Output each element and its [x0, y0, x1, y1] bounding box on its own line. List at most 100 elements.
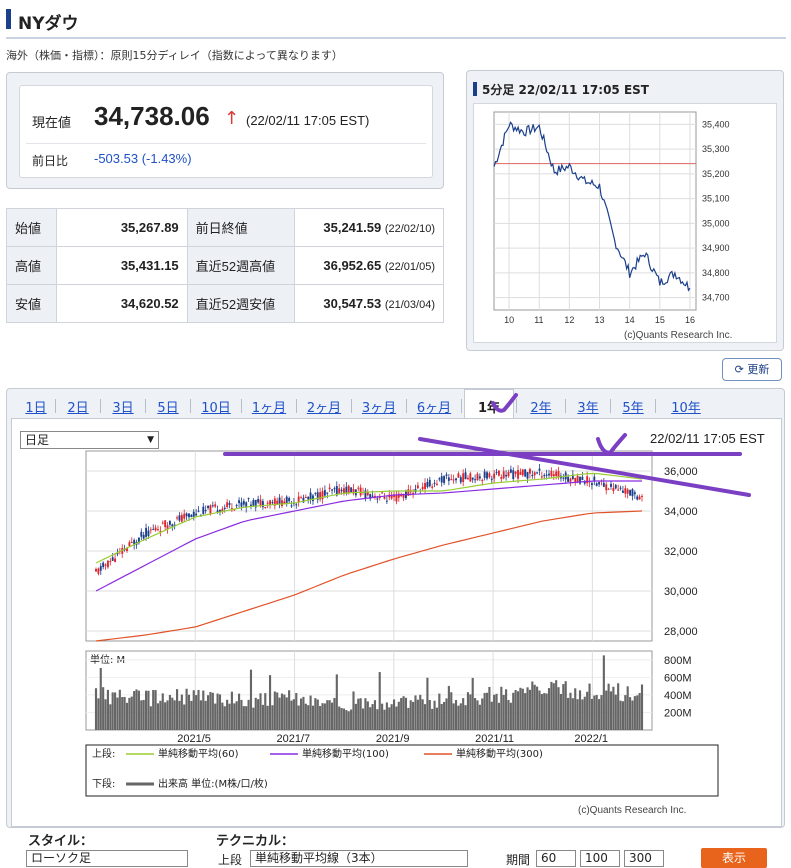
candle-body [154, 527, 157, 531]
volume-bar [633, 696, 636, 730]
volume-bar [569, 692, 572, 730]
tab-2年[interactable]: 2年 [519, 397, 563, 417]
period-input-1[interactable]: 60 [536, 850, 576, 867]
volume-bar [311, 705, 315, 730]
volume-bar [247, 699, 250, 730]
volume-bar [297, 705, 300, 730]
low-label: 安値 [5, 284, 58, 323]
volume-bar [621, 701, 624, 730]
volume-bar [283, 694, 286, 730]
candle-body [130, 541, 133, 543]
x-tick-label: 13 [595, 315, 605, 325]
tab-6ヶ月[interactable]: 6ヶ月 [409, 397, 459, 417]
volume-bar [240, 699, 243, 730]
show-button[interactable]: 表示 [701, 848, 767, 868]
candle-body [145, 527, 148, 537]
volume-bar [483, 692, 486, 730]
tab-separator [145, 399, 146, 413]
volume-bar [481, 698, 484, 730]
tab-1日[interactable]: 1日 [19, 397, 53, 417]
candle-body [464, 472, 467, 480]
volume-bar [559, 693, 563, 730]
plot-frame [493, 111, 697, 311]
volume-bar [354, 703, 357, 730]
volume-bar [505, 689, 508, 730]
low-value: 34,620.52 [56, 284, 188, 323]
volume-bar [345, 710, 348, 730]
volume-bar [466, 692, 470, 730]
volume-bar [390, 704, 393, 730]
tab-separator [461, 399, 462, 413]
candle-body [364, 490, 367, 499]
volume-bar [366, 701, 369, 730]
tab-2ヶ月[interactable]: 2ヶ月 [299, 397, 349, 417]
volume-bar [142, 699, 145, 730]
tab-10年[interactable]: 10年 [658, 397, 714, 417]
x-tick-label: 2021/11 [475, 733, 514, 745]
candle-body [161, 522, 164, 524]
tab-2日[interactable]: 2日 [58, 397, 98, 417]
volume-bar [102, 687, 105, 730]
volume-bar [478, 704, 481, 730]
volume-bar [617, 683, 620, 730]
candle-body [621, 490, 624, 493]
candle-body [469, 473, 472, 482]
candle-body [426, 481, 429, 487]
low52-date: (21/03/04) [384, 299, 435, 311]
candle-body [540, 476, 543, 478]
volume-bar [590, 698, 593, 730]
volume-bar [495, 693, 498, 730]
high52-cell: 36,952.65 (22/01/05) [293, 246, 445, 285]
tab-5年[interactable]: 5年 [613, 397, 653, 417]
candle-body [455, 478, 457, 481]
candle-body [500, 477, 503, 479]
candle-body [309, 492, 312, 500]
volume-bar [586, 691, 589, 730]
high52-date: (22/01/05) [384, 261, 435, 273]
candle-body [593, 476, 596, 481]
tab-3ヶ月[interactable]: 3ヶ月 [354, 397, 404, 417]
tab-separator [351, 399, 352, 413]
candle-body [288, 497, 291, 502]
candle-body [509, 469, 512, 473]
up-arrow-icon: ↑ [224, 108, 240, 129]
style-select[interactable]: ローソク足 [26, 850, 188, 867]
period-input-3[interactable]: 300 [624, 850, 664, 867]
candle-body [581, 476, 584, 481]
volume-bar [276, 692, 279, 730]
tab-10日[interactable]: 10日 [193, 397, 239, 417]
legend-item: 単純移動平均(300) [456, 747, 543, 760]
candle-body [586, 476, 589, 484]
volume-bar [118, 689, 121, 730]
volume-bar [295, 693, 298, 730]
tab-3日[interactable]: 3日 [103, 397, 143, 417]
style-select-value: ローソク足 [31, 851, 92, 865]
candle-body [142, 534, 145, 539]
title-accent-bar [6, 9, 11, 29]
high52-value: 36,952.65 [323, 258, 382, 273]
tab-5日[interactable]: 5日 [148, 397, 188, 417]
period-input-2[interactable]: 100 [580, 850, 620, 867]
candle-body [629, 490, 632, 496]
candle-body [140, 531, 143, 537]
tab-3年[interactable]: 3年 [568, 397, 608, 417]
prev-close-label: 前日終値 [186, 208, 295, 247]
intraday-chart-header: 5分足 22/02/11 17:05 EST [473, 81, 649, 98]
technical-select[interactable]: 単純移動平均線（3本） [250, 850, 468, 867]
candle-body [202, 506, 205, 515]
volume-bar [133, 691, 136, 730]
volume-bar [407, 707, 410, 730]
volume-bar [528, 689, 532, 730]
volume-bar [397, 701, 400, 730]
volume-bar [416, 699, 419, 730]
x-tick-label: 15 [655, 315, 665, 325]
price-change: -503.53 (-1.43%) [94, 151, 192, 166]
refresh-button[interactable]: ⟳ 更新 [722, 358, 782, 381]
y-tick-label: 34,800 [702, 268, 730, 278]
volume-bar [431, 708, 434, 730]
candle-body [228, 503, 231, 505]
tab-1ヶ月[interactable]: 1ヶ月 [244, 397, 294, 417]
candle-body [264, 507, 267, 509]
volume-bar [421, 699, 424, 730]
volume-bar [414, 695, 417, 730]
